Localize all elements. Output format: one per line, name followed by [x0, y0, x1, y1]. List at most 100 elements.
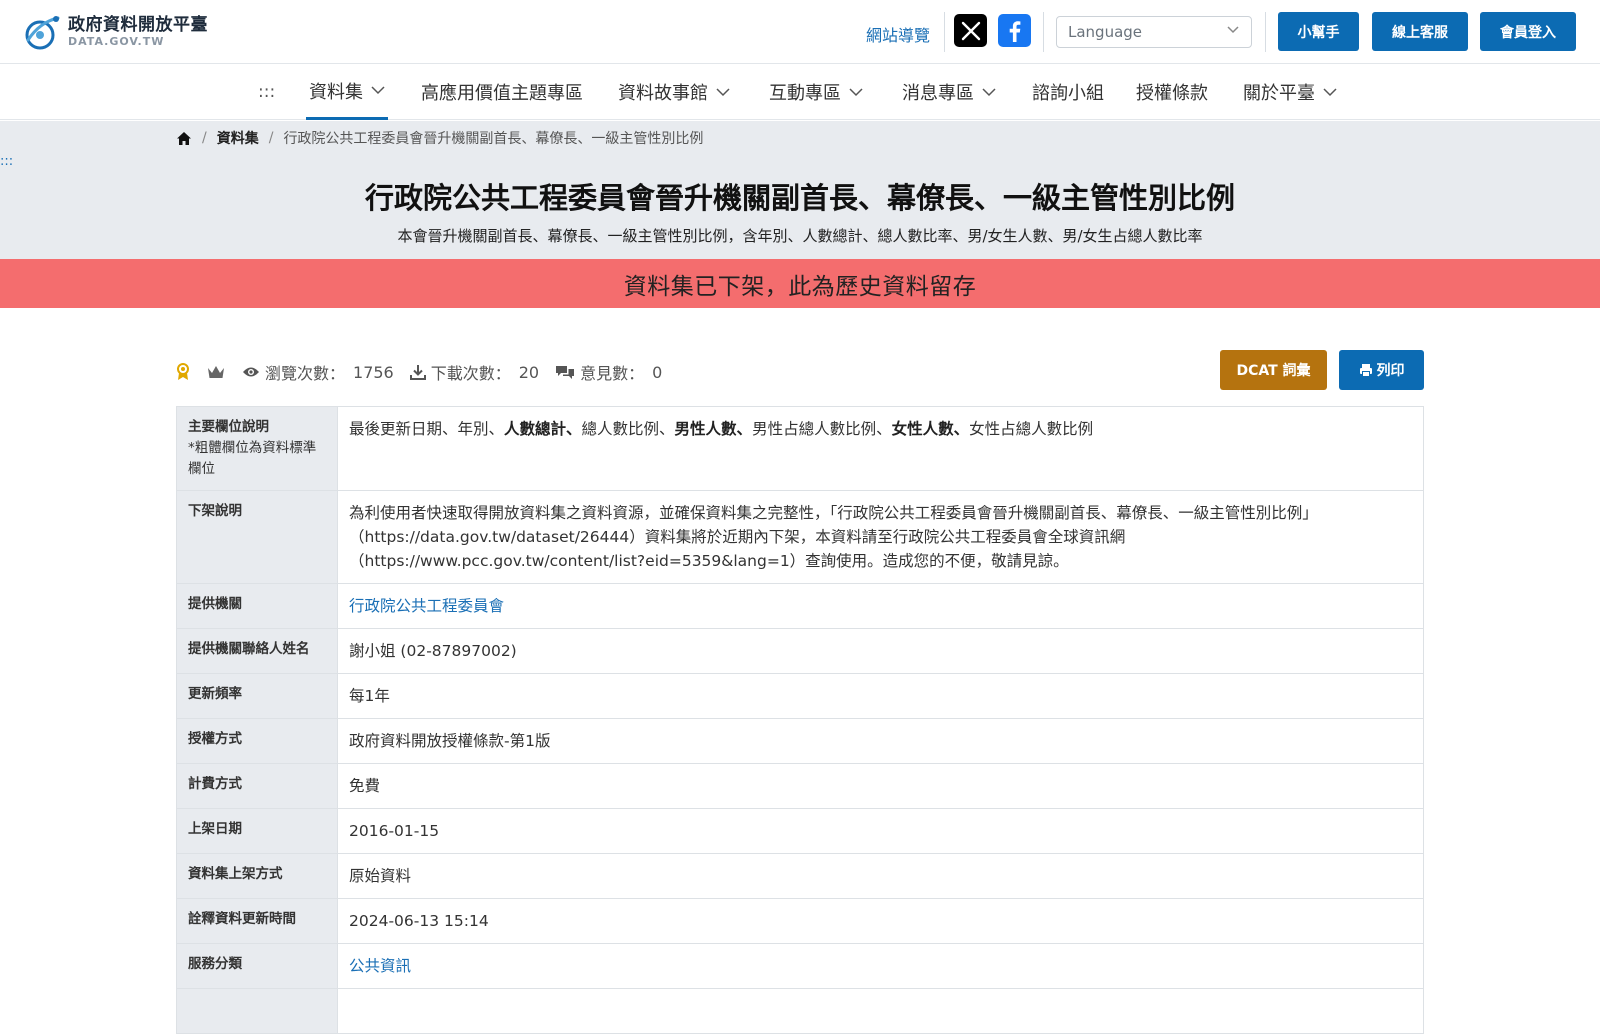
print-button[interactable]: 列印 — [1339, 350, 1424, 390]
crown-icon — [208, 366, 224, 378]
member-login-button[interactable]: 會員登入 — [1480, 12, 1576, 51]
fee-value: 免費 — [337, 763, 1424, 809]
chevron-down-icon — [849, 87, 863, 96]
dataset-stats: 瀏覽次數： 1756 下載次數： 20 意見數： 0 — [176, 360, 678, 384]
site-header: 政府資料開放平臺 DATA.GOV.TW 網站導覽 Language 小幫手 線… — [0, 0, 1600, 64]
print-button-label: 列印 — [1376, 363, 1405, 379]
facebook-icon[interactable] — [998, 14, 1031, 47]
nav-item-label: 授權條款 — [1136, 83, 1208, 104]
chevron-down-icon — [1323, 87, 1337, 96]
nav-item-high-value[interactable]: 高應用價值主題專區 — [421, 64, 583, 120]
site-logo[interactable]: 政府資料開放平臺 DATA.GOV.TW — [22, 10, 208, 52]
breadcrumb-datasets[interactable]: 資料集 — [217, 128, 259, 148]
nav-item-news[interactable]: 消息專區 — [902, 64, 996, 120]
nav-item-label: 高應用價值主題專區 — [421, 83, 583, 104]
category-key: 服務分類 — [176, 943, 338, 989]
logo-subtitle: DATA.GOV.TW — [68, 34, 165, 48]
removal-key: 下架說明 — [176, 490, 338, 584]
frequency-key: 更新頻率 — [176, 673, 338, 719]
chevron-down-icon — [716, 87, 730, 96]
nav-item-label: 互動專區 — [769, 83, 841, 104]
table-row: 主要欄位說明 *粗體欄位為資料標準欄位 最後更新日期、年別、人數總計、總人數比例… — [176, 406, 1424, 491]
nav-item-license[interactable]: 授權條款 — [1136, 64, 1208, 120]
nav-access-key[interactable]: ::: — [258, 82, 275, 102]
language-select-value: Language — [1068, 23, 1143, 41]
logo-icon — [25, 16, 60, 50]
table-row: 授權方式 政府資料開放授權條款-第1版 — [176, 718, 1424, 764]
chevron-down-icon — [371, 86, 385, 95]
views-count: 1756 — [353, 362, 394, 382]
nav-item-interactive[interactable]: 互動專區 — [769, 64, 863, 120]
contact-value: 謝小姐 (02-87897002) — [337, 628, 1424, 674]
table-row: 詮釋資料更新時間 2024-06-13 15:14 — [176, 898, 1424, 944]
breadcrumb: / 資料集 / 行政院公共工程委員會晉升機關副首長、幕僚長、一級主管性別比例 — [176, 128, 703, 148]
nav-item-label: 諮詢小組 — [1032, 83, 1104, 104]
table-row — [176, 988, 1424, 1034]
table-row: 更新頻率 每1年 — [176, 673, 1424, 719]
table-row: 提供機關聯絡人姓名 謝小姐 (02-87897002) — [176, 628, 1424, 674]
publish-method-key: 資料集上架方式 — [176, 853, 338, 899]
download-icon — [409, 365, 426, 380]
content-access-key[interactable]: ::: — [0, 154, 13, 169]
award-badge-icon — [177, 363, 189, 380]
comments-label: 意見數： — [580, 364, 645, 383]
frequency-value: 每1年 — [337, 673, 1424, 719]
table-row: 提供機關 行政院公共工程委員會 — [176, 583, 1424, 629]
field-part: 總人數比例、 — [581, 420, 675, 438]
field-key — [176, 988, 338, 1034]
nav-item-advisory[interactable]: 諮詢小組 — [1032, 64, 1104, 120]
nav-item-label: 資料故事館 — [618, 83, 708, 104]
views-label: 瀏覽次數： — [265, 364, 346, 383]
nav-item-datasets[interactable]: 資料集 — [306, 64, 388, 120]
field-part-standard: 男性人數、 — [674, 420, 753, 438]
license-value: 政府資料開放授權條款-第1版 — [337, 718, 1424, 764]
chevron-down-icon — [982, 87, 996, 96]
provider-link[interactable]: 行政院公共工程委員會 — [349, 597, 504, 615]
nav-item-label: 關於平臺 — [1243, 83, 1315, 104]
comments-icon — [556, 366, 575, 379]
nav-item-about[interactable]: 關於平臺 — [1243, 64, 1337, 120]
fields-note: *粗體欄位為資料標準欄位 — [188, 440, 317, 477]
field-part: 最後更新日期、年別、 — [349, 420, 505, 438]
table-row: 資料集上架方式 原始資料 — [176, 853, 1424, 899]
dataset-metadata-table: 主要欄位說明 *粗體欄位為資料標準欄位 最後更新日期、年別、人數總計、總人數比例… — [176, 406, 1424, 1034]
fields-key: 主要欄位說明 — [188, 419, 269, 435]
divider — [1265, 12, 1266, 52]
printer-icon — [1359, 364, 1372, 377]
publish-date-value: 2016-01-15 — [337, 808, 1424, 854]
downloads-label: 下載次數： — [430, 364, 511, 383]
breadcrumb-current: 行政院公共工程委員會晉升機關副首長、幕僚長、一級主管性別比例 — [283, 131, 704, 147]
logo-title: 政府資料開放平臺 — [68, 14, 208, 35]
helper-button[interactable]: 小幫手 — [1278, 12, 1359, 51]
dcat-vocabulary-button[interactable]: DCAT 詞彙 — [1220, 350, 1327, 390]
eye-icon — [243, 367, 259, 377]
category-link[interactable]: 公共資訊 — [349, 957, 411, 975]
fee-key: 計費方式 — [176, 763, 338, 809]
comments-count: 0 — [652, 362, 663, 382]
page-title: 行政院公共工程委員會晉升機關副首長、幕僚長、一級主管性別比例 — [364, 181, 1235, 215]
meta-updated-value: 2024-06-13 15:14 — [337, 898, 1424, 944]
nav-item-label: 消息專區 — [902, 83, 974, 104]
field-part: 男性占總人數比例、 — [752, 420, 892, 438]
online-service-button[interactable]: 線上客服 — [1372, 12, 1468, 51]
delisted-notice-banner: 資料集已下架，此為歷史資料留存 — [0, 259, 1600, 308]
field-key: 主要欄位說明 *粗體欄位為資料標準欄位 — [176, 406, 338, 491]
page-subtitle: 本會晉升機關副首長、幕僚長、一級主管性別比例，含年別、人數總計、總人數比率、男/… — [397, 227, 1203, 245]
main-nav: ::: 資料集 高應用價值主題專區 資料故事館 互動專區 消息專區 諮詢小組 授… — [0, 64, 1600, 120]
nav-item-label: 資料集 — [309, 81, 363, 103]
meta-updated-key: 詮釋資料更新時間 — [176, 898, 338, 944]
table-row: 服務分類 公共資訊 — [176, 943, 1424, 989]
language-select[interactable]: Language — [1056, 16, 1252, 48]
table-row: 下架說明 為利使用者快速取得開放資料集之資料資源，並確保資料集之完整性，「行政院… — [176, 490, 1424, 584]
nav-item-stories[interactable]: 資料故事館 — [618, 64, 730, 120]
sitemap-link[interactable]: 網站導覽 — [866, 22, 930, 46]
provider-key: 提供機關 — [176, 583, 338, 629]
field-part: 女性占總人數比例 — [969, 420, 1094, 438]
home-icon[interactable] — [176, 131, 192, 146]
chevron-down-icon — [1227, 26, 1239, 34]
field-part-standard: 女性人數、 — [891, 420, 970, 438]
fields-value: 最後更新日期、年別、人數總計、總人數比例、男性人數、男性占總人數比例、女性人數、… — [337, 406, 1424, 491]
table-row: 計費方式 免費 — [176, 763, 1424, 809]
x-twitter-icon[interactable] — [954, 14, 987, 47]
dataset-hero: / 資料集 / 行政院公共工程委員會晉升機關副首長、幕僚長、一級主管性別比例 :… — [0, 121, 1600, 259]
